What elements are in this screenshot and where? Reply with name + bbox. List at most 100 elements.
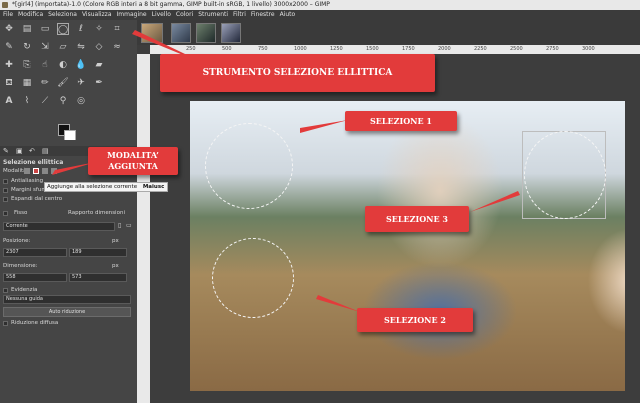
ruler-tick: 750	[258, 46, 268, 52]
color-picker-tool-icon[interactable]: ⌇	[21, 95, 33, 107]
menu-immagine[interactable]: Immagine	[117, 10, 147, 20]
pencil-tool-icon[interactable]: ✏	[39, 77, 51, 89]
antialiasing-checkbox[interactable]	[3, 179, 8, 184]
flip-tool-icon[interactable]: ⇋	[75, 41, 87, 53]
airbrush-tool-icon[interactable]: ✈	[75, 77, 87, 89]
text-tool-icon[interactable]: A	[3, 95, 15, 107]
fixed-mode-select[interactable]: Rapporto dimensioni	[68, 210, 125, 216]
vertical-ruler	[137, 54, 150, 403]
fixed-checkbox[interactable]	[3, 211, 8, 216]
shrink-merged-label: Riduzione diffusa	[11, 320, 59, 326]
menu-visualizza[interactable]: Visualizza	[82, 10, 112, 20]
crop-tool-icon[interactable]: ⌗	[111, 23, 123, 35]
menu-file[interactable]: File	[3, 10, 13, 20]
ruler-tick: 2750	[546, 46, 559, 52]
fuzzy-select-tool-icon[interactable]: ✧	[93, 23, 105, 35]
window-title: *[girl4] (importata)-1.0 (Colore RGB int…	[12, 1, 330, 8]
size-width-field[interactable]: 558	[3, 273, 67, 282]
smudge-tool-icon[interactable]: ☝	[39, 59, 51, 71]
mode-subtract-icon[interactable]	[42, 168, 48, 174]
position-y-field[interactable]: 189	[69, 248, 127, 257]
ruler-tick: 2500	[510, 46, 523, 52]
position-unit-select[interactable]: px	[112, 238, 119, 244]
tool-options-tab-icon[interactable]: ✎	[3, 147, 9, 155]
expand-center-label: Espandi dal centro	[11, 196, 63, 202]
ruler-tick: 1750	[402, 46, 415, 52]
image-tab-4[interactable]	[221, 23, 241, 43]
ruler-tick: 1000	[294, 46, 307, 52]
menu-strumenti[interactable]: Strumenti	[198, 10, 228, 20]
aspect-current-field[interactable]: Corrente	[3, 222, 115, 231]
measure-tool-icon[interactable]: ⟋	[39, 95, 51, 107]
image-tab-3[interactable]	[196, 23, 216, 43]
menu-aiuto[interactable]: Aiuto	[280, 10, 296, 20]
ellipse-selection-1[interactable]	[205, 123, 293, 209]
menu-colori[interactable]: Colori	[176, 10, 193, 20]
heal-tool-icon[interactable]: ✚	[3, 59, 15, 71]
ellipse-select-tool-icon[interactable]: ◯	[57, 23, 69, 35]
paths-tool-icon[interactable]: ✎	[3, 41, 15, 53]
tooltip-text: Aggiunge alla selezione corrente	[47, 184, 138, 190]
undo-history-tab-icon[interactable]: ↶	[29, 147, 35, 155]
size-unit-select[interactable]: px	[112, 263, 119, 269]
image-canvas-photo[interactable]	[190, 101, 625, 391]
menu-filtri[interactable]: Filtri	[233, 10, 246, 20]
bucket-fill-tool-icon[interactable]: ⛾	[3, 77, 15, 89]
device-status-tab-icon[interactable]: ▣	[16, 147, 23, 155]
callout-sel3: SELEZIONE 3	[365, 206, 469, 232]
tool-options-title: Selezione ellittica	[3, 159, 64, 166]
callout-sel2: SELEZIONE 2	[357, 308, 473, 332]
ink-tool-icon[interactable]: ✒	[93, 77, 105, 89]
move-tool-icon[interactable]: ✥	[3, 23, 15, 35]
horizontal-ruler: 250 500 750 1000 1250 1500 1750 2000 225…	[150, 45, 640, 54]
rect-select-tool-icon[interactable]: ▭	[39, 23, 51, 35]
paintbrush-tool-icon[interactable]: 🖌	[57, 77, 69, 89]
clone-tool-icon[interactable]: ⎘	[21, 59, 33, 71]
expand-center-checkbox[interactable]	[3, 197, 8, 202]
ruler-tick: 2000	[438, 46, 451, 52]
menu-modifica[interactable]: Modifica	[18, 10, 43, 20]
feather-checkbox[interactable]	[3, 188, 8, 193]
size-label: Dimensione:	[3, 263, 38, 269]
blur-tool-icon[interactable]: 💧	[75, 59, 87, 71]
tool-options-panel: ✎ ▣ ↶ ▤ Selezione ellittica Modalità: An…	[0, 140, 137, 403]
ruler-tick: 250	[186, 46, 196, 52]
ellipse-selection-3[interactable]	[524, 131, 606, 219]
ruler-tick: 3000	[582, 46, 595, 52]
guides-select[interactable]: Nessuna guida	[3, 295, 131, 304]
mode-replace-icon[interactable]	[24, 168, 30, 174]
images-tab-icon[interactable]: ▤	[42, 147, 49, 155]
mode-add-icon[interactable]	[33, 168, 39, 174]
handle-transform-tool-icon[interactable]: ◎	[75, 95, 87, 107]
shear-tool-icon[interactable]: ▱	[57, 41, 69, 53]
portrait-icon[interactable]: ▯	[118, 222, 121, 229]
gradient-tool-icon[interactable]: ▦	[21, 77, 33, 89]
free-select-tool-icon[interactable]: ℓ	[75, 23, 87, 35]
tooltip-shortcut: Maiusc	[142, 184, 165, 190]
fixed-label: Fisso	[14, 210, 28, 216]
warp-tool-icon[interactable]: ≈	[111, 41, 123, 53]
auto-shrink-button[interactable]: Auto riduzione	[3, 307, 131, 317]
landscape-icon[interactable]: ▭	[126, 222, 132, 229]
ellipse-selection-2[interactable]	[212, 238, 294, 318]
shrink-merged-checkbox[interactable]	[3, 321, 8, 326]
eraser-tool-icon[interactable]: ▰	[93, 59, 105, 71]
menu-finestre[interactable]: Finestre	[251, 10, 275, 20]
align-tool-icon[interactable]: ▤	[21, 23, 33, 35]
menu-livello[interactable]: Livello	[152, 10, 171, 20]
gimp-logo-icon	[2, 2, 8, 8]
ruler-tick: 1500	[366, 46, 379, 52]
image-tab-1[interactable]	[141, 23, 163, 43]
zoom-tool-icon[interactable]: ⚲	[57, 95, 69, 107]
cage-tool-icon[interactable]: ◇	[93, 41, 105, 53]
position-x-field[interactable]: 2307	[3, 248, 67, 257]
mode-intersect-icon[interactable]	[51, 168, 57, 174]
image-tabs	[137, 20, 640, 45]
dodge-tool-icon[interactable]: ◐	[57, 59, 69, 71]
scale-tool-icon[interactable]: ⇲	[39, 41, 51, 53]
image-tab-2[interactable]	[171, 23, 191, 43]
menu-seleziona[interactable]: Seleziona	[48, 10, 77, 20]
size-height-field[interactable]: 573	[69, 273, 127, 282]
rotate-tool-icon[interactable]: ↻	[21, 41, 33, 53]
highlight-checkbox[interactable]	[3, 288, 8, 293]
